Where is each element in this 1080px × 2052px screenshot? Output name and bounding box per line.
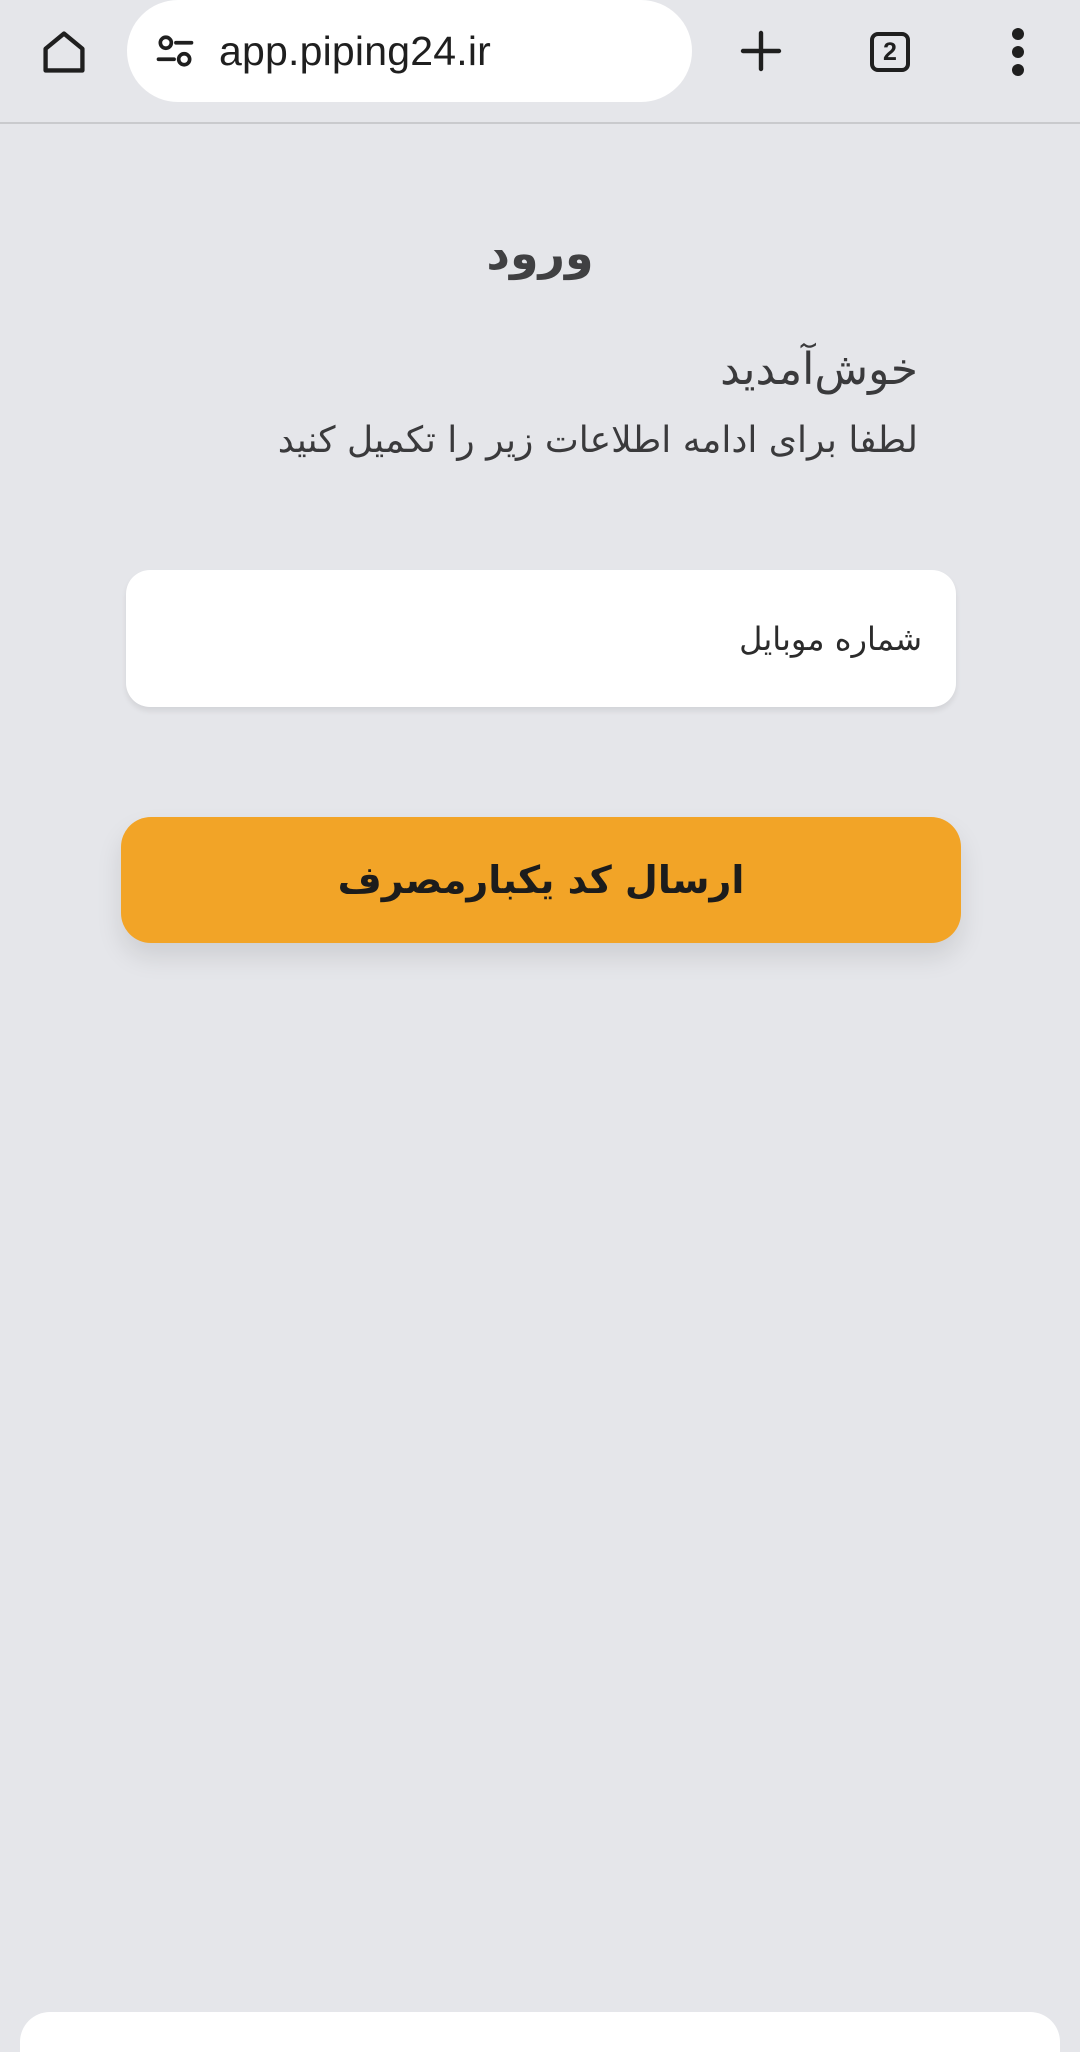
page-title: ورود: [486, 226, 594, 280]
plus-icon: [740, 30, 782, 72]
mobile-number-input[interactable]: [158, 618, 924, 659]
browser-toolbar: app.piping24.ir 2: [0, 0, 1080, 124]
site-settings-button[interactable]: [145, 21, 205, 81]
home-button[interactable]: [28, 16, 100, 88]
tab-count: 2: [883, 37, 897, 66]
send-otp-button[interactable]: ارسال کد یکبارمصرف: [121, 817, 961, 943]
url-text[interactable]: app.piping24.ir: [219, 28, 491, 75]
welcome-title: خوش‌آمدید: [720, 344, 918, 395]
more-vert-icon: [1012, 28, 1024, 76]
mobile-number-field[interactable]: [126, 570, 956, 707]
browser-menu-button[interactable]: [982, 16, 1054, 88]
new-tab-button[interactable]: [726, 16, 796, 86]
welcome-subtitle: لطفا برای ادامه اطلاعات زیر را تکمیل کنی…: [277, 420, 918, 461]
bottom-sheet-edge: [20, 2012, 1060, 2052]
home-icon: [43, 31, 85, 73]
tune-icon: [156, 35, 194, 67]
tab-switcher-icon: 2: [870, 32, 910, 72]
tab-switcher-button[interactable]: 2: [854, 16, 926, 88]
address-bar[interactable]: app.piping24.ir: [127, 0, 692, 102]
